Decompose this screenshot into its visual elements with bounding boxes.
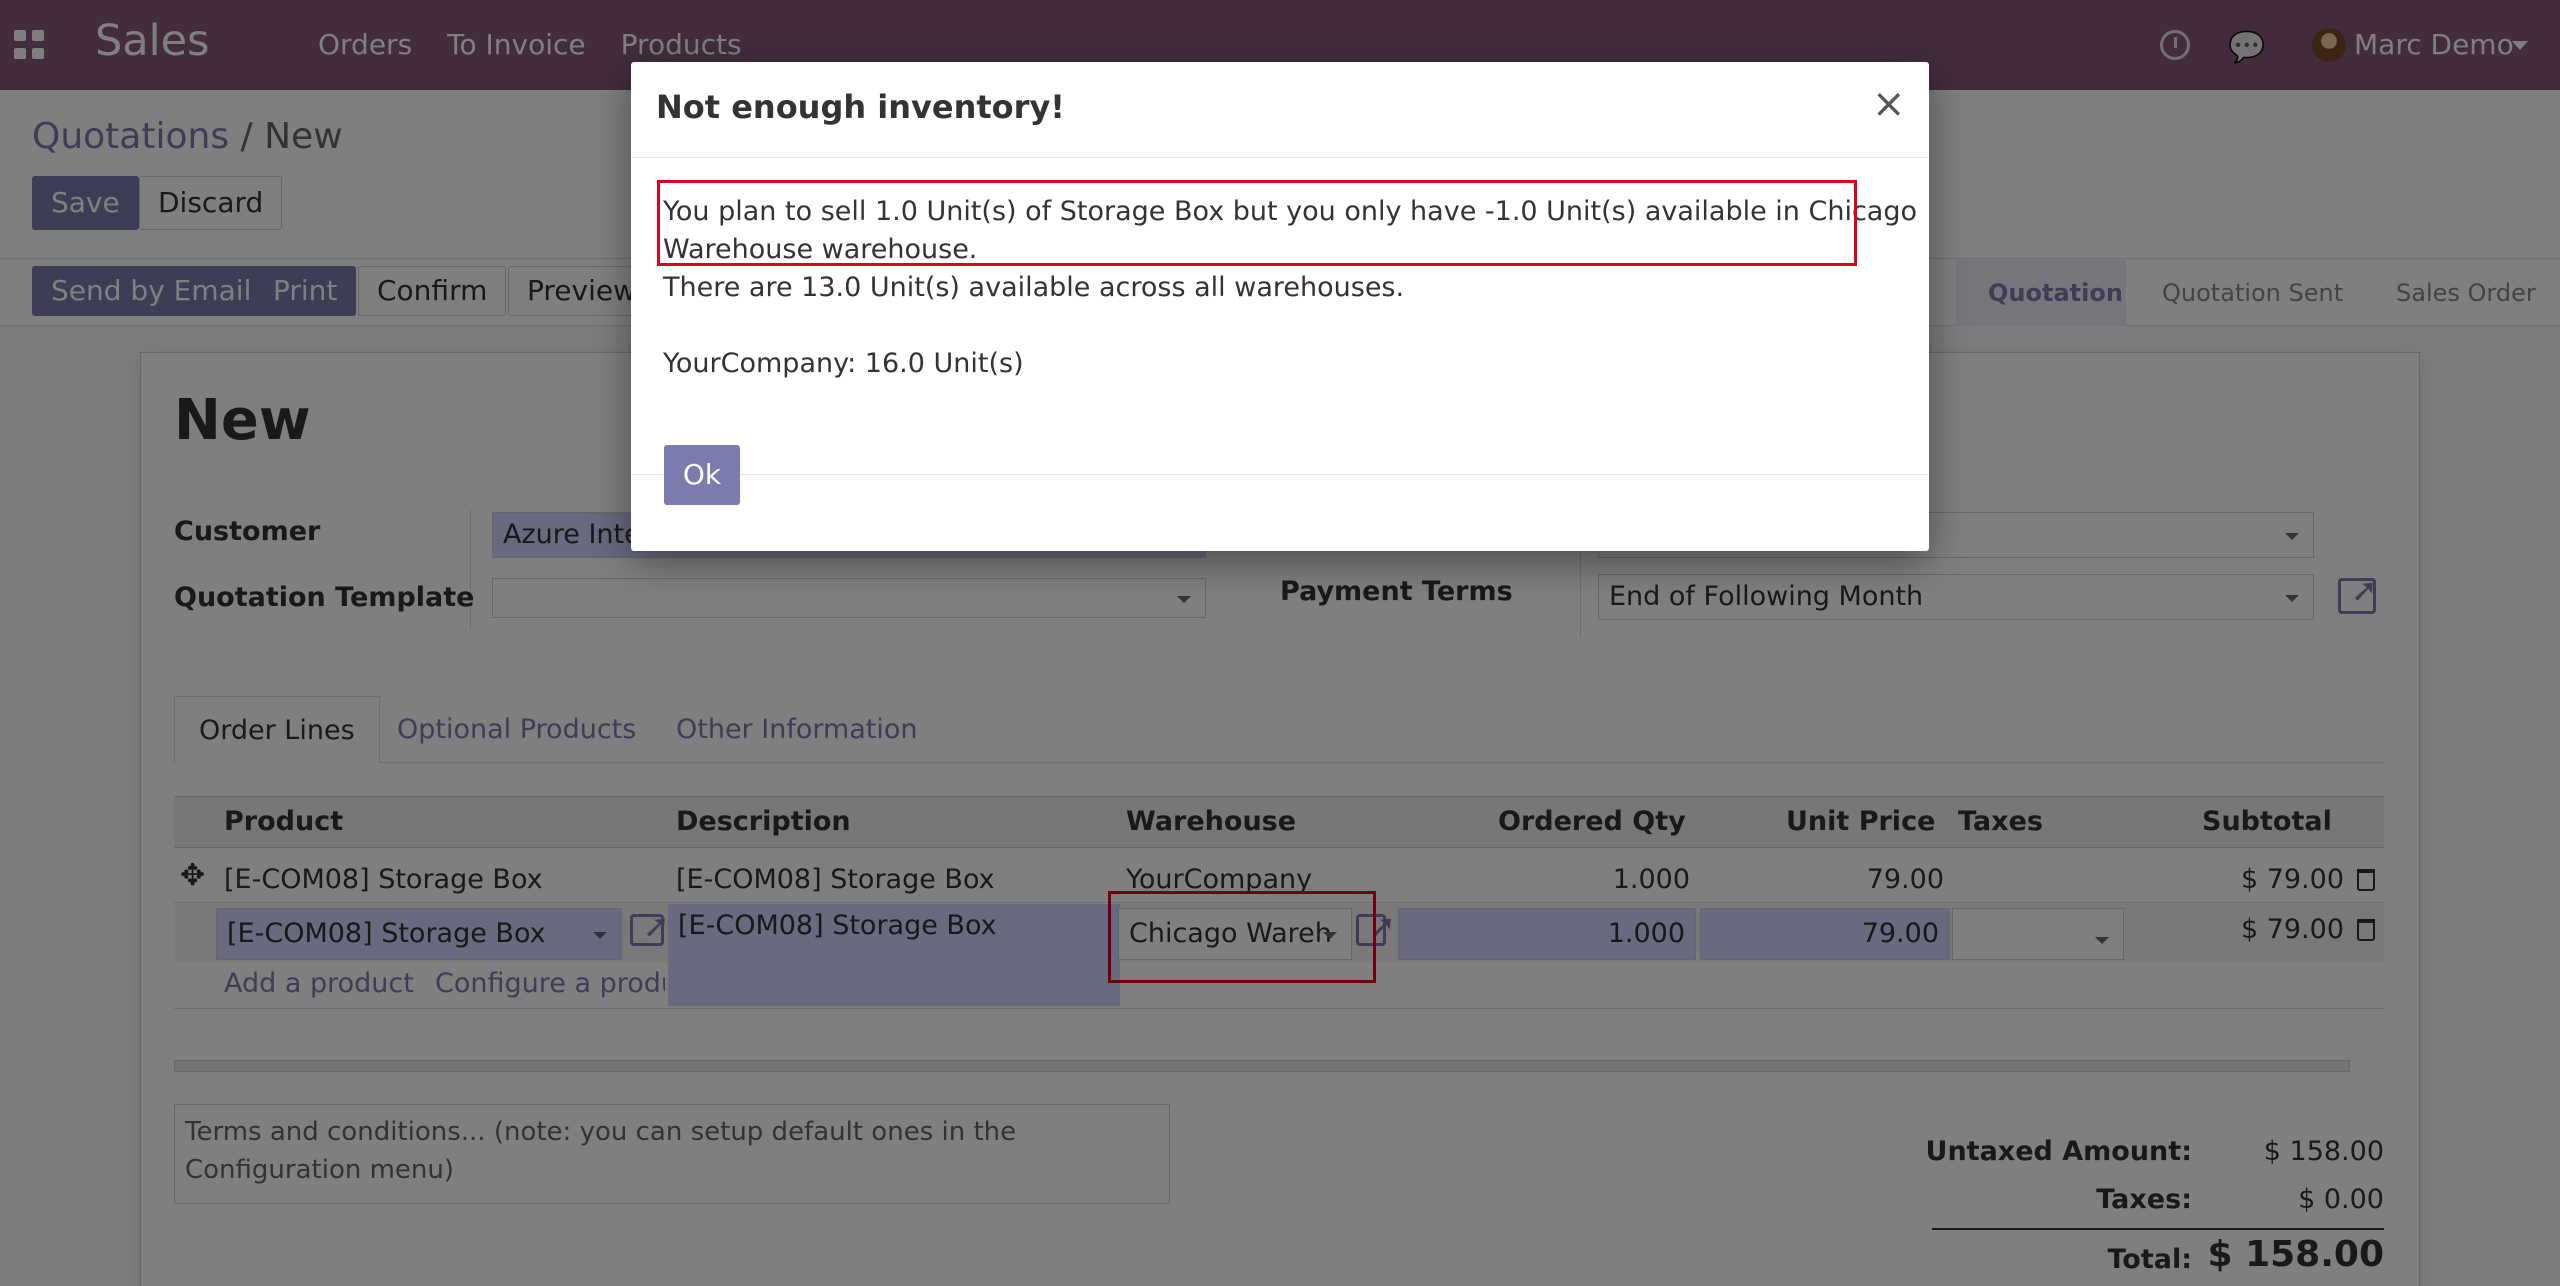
modal-title: Not enough inventory! xyxy=(656,88,1065,126)
ok-button[interactable]: Ok xyxy=(664,445,740,505)
message-line-3: There are 13.0 Unit(s) available across … xyxy=(663,272,1405,303)
modal-footer xyxy=(631,474,1929,551)
message-highlight-box xyxy=(657,180,1857,266)
inventory-warning-dialog: Not enough inventory! × You plan to sell… xyxy=(631,62,1929,551)
modal-header: Not enough inventory! × xyxy=(631,62,1929,158)
close-icon[interactable]: × xyxy=(1872,84,1906,124)
message-line-4: YourCompany: 16.0 Unit(s) xyxy=(663,348,1024,379)
